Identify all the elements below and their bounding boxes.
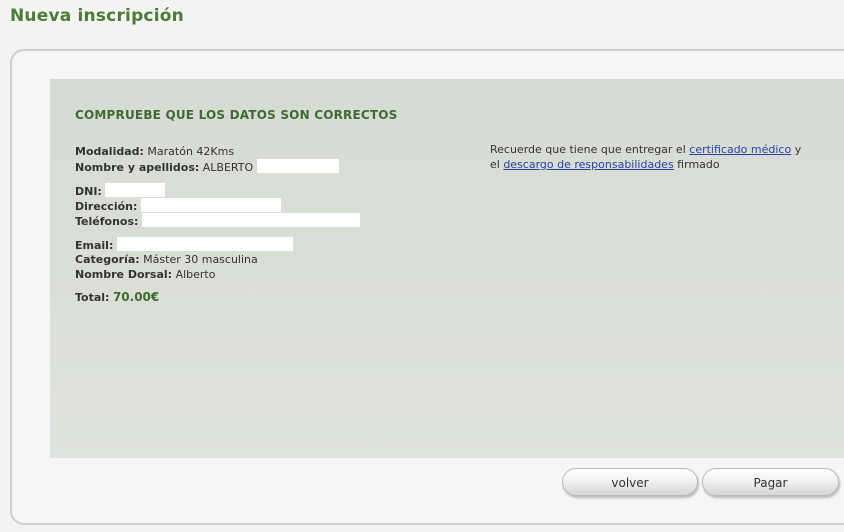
documents-notice: Recuerde que tiene que entregar el certi… (490, 142, 810, 172)
pay-button[interactable]: Pagar (702, 468, 839, 496)
field-modalidad: Modalidad: Maratón 42Kms (75, 144, 360, 159)
field-label: Nombre y apellidos: (75, 161, 200, 174)
field-telefonos: Teléfonos: (75, 213, 360, 228)
medical-certificate-link[interactable]: certificado médico (689, 143, 791, 156)
back-button[interactable]: volver (562, 468, 698, 496)
registration-details: Modalidad: Maratón 42Kms Nombre y apelli… (75, 144, 360, 305)
field-email: Email: (75, 237, 360, 252)
notice-text: Recuerde que tiene que entregar el (490, 143, 690, 156)
redacted-block (105, 183, 166, 197)
field-value: Alberto (175, 268, 216, 281)
field-label: Modalidad: (75, 145, 144, 158)
summary-heading: COMPRUEBE QUE LOS DATOS SON CORRECTOS (75, 108, 398, 122)
redacted-block (141, 213, 360, 227)
field-dorsal: Nombre Dorsal: Alberto (75, 267, 360, 282)
field-categoria: Categoría: Máster 30 masculina (75, 252, 360, 267)
notice-text: firmado (673, 158, 720, 171)
total-row: Total: 70.00€ (75, 290, 360, 305)
field-label: Email: (75, 239, 114, 252)
field-label: Categoría: (75, 253, 140, 266)
field-value: Maratón 42Kms (147, 145, 235, 158)
redacted-block (140, 198, 281, 212)
field-label: Nombre Dorsal: (75, 268, 173, 281)
summary-panel: COMPRUEBE QUE LOS DATOS SON CORRECTOS Mo… (50, 79, 844, 458)
liability-waiver-link[interactable]: descargo de responsabilidades (503, 158, 673, 171)
field-label: Teléfonos: (75, 215, 139, 228)
field-direccion: Dirección: (75, 198, 360, 213)
field-nombre: Nombre y apellidos: ALBERTO (75, 159, 360, 174)
page-title: Nueva inscripción (10, 6, 184, 26)
redacted-block (256, 159, 339, 173)
field-label: Dirección: (75, 200, 138, 213)
redacted-block (116, 237, 293, 251)
total-amount: 70.00€ (112, 290, 160, 304)
field-dni: DNI: (75, 183, 360, 198)
field-value: Máster 30 masculina (143, 253, 258, 266)
field-value: ALBERTO (202, 161, 254, 174)
total-label: Total: (75, 291, 110, 304)
field-label: DNI: (75, 185, 102, 198)
